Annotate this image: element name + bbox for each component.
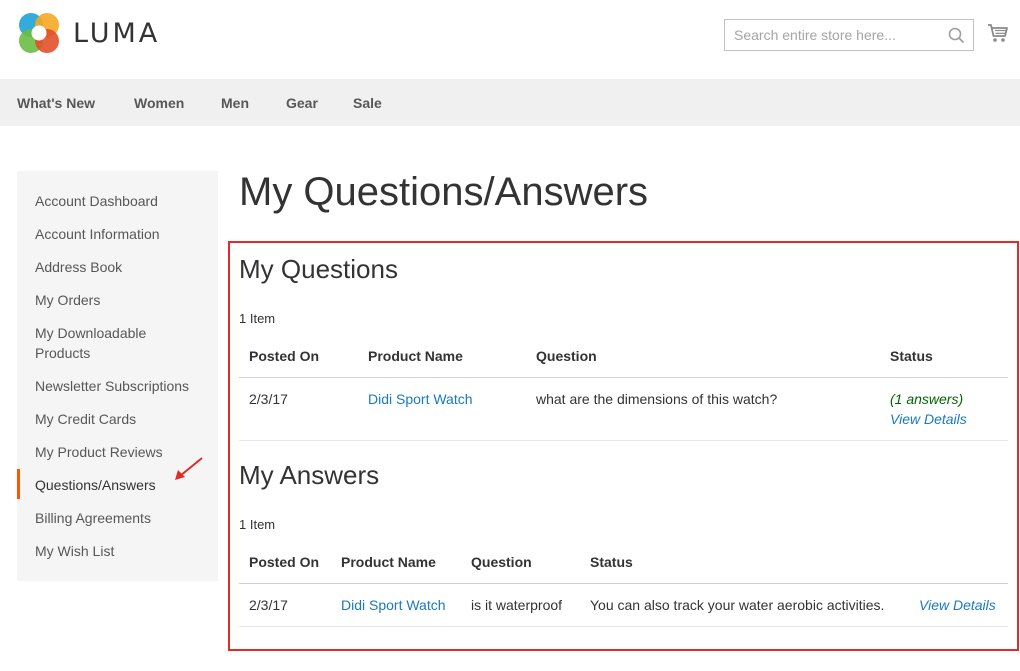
sidebar-item-my-credit-cards[interactable]: My Credit Cards xyxy=(35,409,210,429)
answers-header-posted-on: Posted On xyxy=(249,554,320,570)
luma-logo-icon xyxy=(19,13,59,53)
question-view-details-link[interactable]: View Details xyxy=(890,411,967,427)
nav-men[interactable]: Men xyxy=(221,95,249,111)
questions-header-question: Question xyxy=(536,348,597,364)
questions-item-count: 1 Item xyxy=(239,311,276,326)
sidebar-item-account-information[interactable]: Account Information xyxy=(35,224,210,244)
answers-header-divider xyxy=(239,583,1008,584)
sidebar-item-newsletter-subscriptions[interactable]: Newsletter Subscriptions xyxy=(35,376,210,396)
nav-sale[interactable]: Sale xyxy=(353,95,382,111)
answers-header-status: Status xyxy=(590,554,633,570)
questions-header-status: Status xyxy=(890,348,933,364)
logo[interactable]: LUMA xyxy=(17,11,160,55)
answers-header-question: Question xyxy=(471,554,532,570)
question-posted-on: 2/3/17 xyxy=(249,391,288,407)
answer-question-text: is it waterproof xyxy=(471,597,563,613)
sidebar-item-my-orders[interactable]: My Orders xyxy=(35,290,210,310)
cart-icon[interactable] xyxy=(987,22,1009,44)
answer-product-link[interactable]: Didi Sport Watch xyxy=(341,597,446,613)
question-answers-count: (1 answers) xyxy=(890,391,964,407)
search-input[interactable] xyxy=(725,20,935,50)
answers-item-count: 1 Item xyxy=(239,517,276,532)
answers-header-product-name: Product Name xyxy=(341,554,436,570)
search-box xyxy=(724,19,974,51)
answer-view-details-link[interactable]: View Details xyxy=(919,597,996,613)
main-navigation: What's New Women Men Gear Sale xyxy=(0,79,1020,126)
answer-posted-on: 2/3/17 xyxy=(249,597,288,613)
question-text: what are the dimensions of this watch? xyxy=(536,391,778,407)
sidebar-item-billing-agreements[interactable]: Billing Agreements xyxy=(35,508,210,528)
nav-gear[interactable]: Gear xyxy=(286,95,318,111)
questions-row-divider xyxy=(239,440,1008,441)
account-sidebar: Account Dashboard Account Information Ad… xyxy=(17,171,218,581)
search-icon[interactable] xyxy=(948,27,965,44)
sidebar-item-my-downloadable-products[interactable]: My Downloadable Products xyxy=(35,323,185,363)
my-questions-title: My Questions xyxy=(239,254,398,284)
questions-header-product-name: Product Name xyxy=(368,348,463,364)
my-answers-title: My Answers xyxy=(239,460,380,490)
annotation-arrow-icon xyxy=(175,457,203,480)
highlight-box xyxy=(228,241,1019,651)
sidebar-item-address-book[interactable]: Address Book xyxy=(35,257,210,277)
page-title: My Questions/Answers xyxy=(239,170,649,214)
answer-status-text: You can also track your water aerobic ac… xyxy=(590,597,885,613)
question-product-link[interactable]: Didi Sport Watch xyxy=(368,391,473,407)
answers-row-divider xyxy=(239,626,1008,627)
header: LUMA xyxy=(0,0,1020,79)
questions-header-divider xyxy=(239,377,1008,378)
sidebar-item-account-dashboard[interactable]: Account Dashboard xyxy=(35,191,210,211)
nav-women[interactable]: Women xyxy=(134,95,184,111)
logo-text: LUMA xyxy=(73,17,161,49)
active-indicator xyxy=(17,469,20,499)
sidebar-item-my-wish-list[interactable]: My Wish List xyxy=(35,541,210,561)
nav-whats-new[interactable]: What's New xyxy=(17,95,95,111)
questions-header-posted-on: Posted On xyxy=(249,348,320,364)
